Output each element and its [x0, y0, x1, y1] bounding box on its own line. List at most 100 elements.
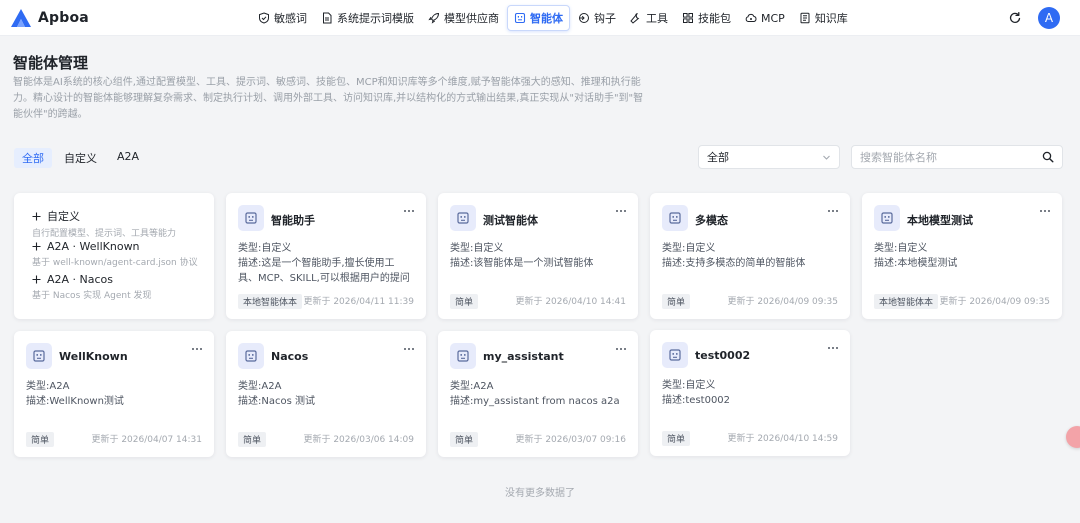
robot-icon	[669, 212, 681, 224]
more-options-icon[interactable]	[826, 344, 840, 352]
create-option-title: 自定义	[47, 210, 80, 223]
create-option-subtitle: 自行配置模型、提示词、工具等能力	[32, 229, 177, 239]
nav-item-mcp[interactable]: MCP	[739, 5, 791, 31]
more-options-icon[interactable]	[402, 207, 416, 215]
agent-type: 类型:自定义	[662, 380, 716, 391]
rocket-icon	[428, 12, 440, 24]
agent-name: 本地模型测试	[907, 214, 973, 227]
more-options-icon[interactable]	[1038, 207, 1052, 215]
agent-updated-time: 更新于 2026/03/07 09:16	[515, 435, 626, 445]
agent-description: 描述:这是一个智能助手,擅长使用工具、MCP、SKILL,可以根据用户的提问精准…	[238, 258, 410, 284]
agent-card[interactable]: WellKnown 类型:A2A 描述:WellKnown测试 简单 更新于 2…	[14, 331, 214, 457]
tab-a2a[interactable]: A2A	[109, 148, 147, 168]
agent-updated-time: 更新于 2026/04/11 11:39	[303, 297, 414, 307]
tab-custom[interactable]: 自定义	[56, 148, 105, 168]
more-options-icon[interactable]	[402, 345, 416, 353]
brand[interactable]: Apboa	[10, 8, 89, 28]
agent-card[interactable]: test0002 类型:自定义 描述:test0002 简单 更新于 2026/…	[650, 330, 850, 456]
nav-label: 智能体	[530, 12, 563, 25]
create-nacos-option[interactable]: A2A · Nacos 基于 Nacos 实现 Agent 发现	[32, 273, 151, 301]
page-title: 智能体管理	[13, 54, 89, 72]
agent-updated-time: 更新于 2026/04/10 14:41	[515, 297, 626, 307]
create-option-subtitle: 基于 Nacos 实现 Agent 发现	[32, 291, 152, 301]
agent-badge: 简单	[450, 294, 479, 309]
agent-type: 类型:自定义	[450, 243, 504, 254]
plus-icon	[32, 212, 41, 220]
agent-description: 描述:本地模型测试	[874, 258, 958, 269]
agent-avatar	[662, 342, 688, 368]
agent-avatar	[662, 205, 688, 231]
agent-avatar	[450, 205, 476, 231]
type-filter-tabs: 全部 自定义 A2A	[14, 148, 151, 168]
nav-label: 知识库	[814, 12, 848, 25]
select-value: 全部	[707, 151, 729, 164]
agent-card[interactable]: 智能助手 类型:自定义 描述:这是一个智能助手,擅长使用工具、MCP、SKILL…	[226, 193, 426, 319]
more-options-icon[interactable]	[190, 345, 204, 353]
agent-updated-time: 更新于 2026/04/10 14:59	[727, 434, 838, 444]
agent-type: 类型:自定义	[238, 243, 292, 254]
document-icon	[323, 12, 332, 24]
plus-icon	[32, 242, 41, 251]
app-name: Apboa	[38, 10, 89, 26]
search-icon[interactable]	[1042, 151, 1054, 163]
robot-icon	[33, 350, 45, 362]
agent-badge: 简单	[662, 431, 691, 446]
nav-item-hooks[interactable]: 钩子	[572, 5, 622, 31]
agent-updated-time: 更新于 2026/03/06 14:09	[303, 435, 414, 445]
more-options-icon[interactable]	[614, 207, 628, 215]
more-options-icon[interactable]	[614, 345, 628, 353]
nav-item-skill-packs[interactable]: 技能包	[676, 5, 737, 31]
agent-type: 类型:A2A	[238, 381, 282, 392]
agent-name: 智能助手	[271, 214, 315, 227]
create-agent-card: 自定义 自行配置模型、提示词、工具等能力 A2A · WellKnown 基于 …	[14, 193, 214, 319]
cloud-icon	[745, 13, 757, 22]
create-option-subtitle: 基于 well-known/agent-card.json 协议	[32, 258, 198, 268]
agent-updated-time: 更新于 2026/04/07 14:31	[91, 435, 202, 445]
nav-item-tools[interactable]: 工具	[624, 5, 674, 31]
top-navigation-bar: Apboa 敏感词 系统提示词模版 模型供应商 智能体 钩子 工具 技能包 MC…	[0, 0, 1080, 36]
agent-name: 测试智能体	[483, 214, 538, 227]
agent-badge: 简单	[450, 432, 479, 447]
nav-item-model-providers[interactable]: 模型供应商	[422, 5, 505, 31]
nav-label: 技能包	[698, 12, 731, 25]
agent-badge: 简单	[26, 432, 55, 447]
agent-name: test0002	[695, 349, 751, 362]
plus-icon	[32, 275, 41, 284]
agent-badge: 本地智能体本	[874, 294, 939, 309]
category-select[interactable]: 全部	[698, 145, 840, 169]
grid-icon	[683, 13, 693, 23]
create-option-title: A2A · WellKnown	[47, 240, 140, 253]
agent-name: WellKnown	[59, 350, 128, 363]
agent-description: 描述:支持多模态的简单的智能体	[662, 258, 806, 269]
no-more-data-text: 没有更多数据了	[505, 488, 575, 499]
agent-badge: 简单	[238, 432, 267, 447]
create-custom-option[interactable]: 自定义 自行配置模型、提示词、工具等能力	[32, 208, 176, 239]
tab-all[interactable]: 全部	[14, 148, 52, 168]
agent-card[interactable]: 测试智能体 类型:自定义 描述:该智能体是一个测试智能体 简单 更新于 2026…	[438, 193, 638, 319]
nav-item-knowledge-base[interactable]: 知识库	[793, 5, 854, 31]
page-description: 智能体是AI系统的核心组件,通过配置模型、工具、提示词、敏感词、技能包、MCP和…	[13, 77, 644, 120]
user-avatar[interactable]: A	[1038, 7, 1060, 29]
nav-item-agents[interactable]: 智能体	[507, 5, 570, 31]
agent-icon	[514, 12, 526, 24]
nav-item-prompt-templates[interactable]: 系统提示词模版	[315, 5, 420, 31]
agent-type: 类型:自定义	[662, 243, 716, 254]
robot-icon	[245, 350, 257, 362]
search-input[interactable]	[860, 150, 1042, 164]
wrench-icon	[630, 13, 640, 24]
robot-icon	[457, 212, 469, 224]
agent-card[interactable]: 多模态 类型:自定义 描述:支持多模态的简单的智能体 简单 更新于 2026/0…	[650, 193, 850, 319]
refresh-icon[interactable]	[1008, 11, 1022, 25]
nav-item-sensitive-words[interactable]: 敏感词	[252, 5, 313, 31]
robot-icon	[245, 212, 257, 224]
agent-avatar	[238, 205, 264, 231]
agent-description: 描述:WellKnown测试	[26, 396, 124, 407]
create-wellknown-option[interactable]: A2A · WellKnown 基于 well-known/agent-card…	[32, 240, 198, 268]
more-options-icon[interactable]	[826, 207, 840, 215]
nav-label: 钩子	[594, 12, 616, 25]
agent-card[interactable]: Nacos 类型:A2A 描述:Nacos 测试 简单 更新于 2026/03/…	[226, 331, 426, 457]
agent-avatar	[26, 343, 52, 369]
agent-card[interactable]: my_assistant 类型:A2A 描述:my_assistant from…	[438, 331, 638, 457]
agent-card[interactable]: 本地模型测试 类型:自定义 描述:本地模型测试 本地智能体本 更新于 2026/…	[862, 193, 1062, 319]
floating-assistant-button[interactable]	[1066, 426, 1080, 448]
